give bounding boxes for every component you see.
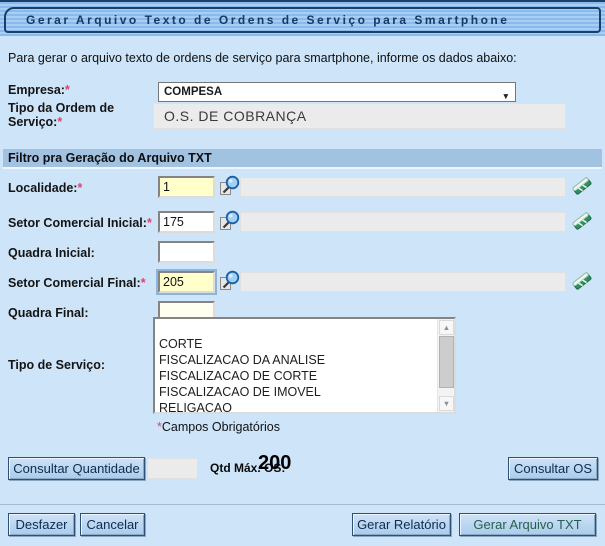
- eraser-icon: [571, 220, 593, 235]
- setor-inicial-search-button[interactable]: [219, 210, 241, 232]
- empresa-label-text: Empresa:: [8, 83, 65, 97]
- setor-final-label-text: Setor Comercial Final:: [8, 276, 141, 290]
- setor-inicial-label: Setor Comercial Inicial:*: [8, 216, 152, 230]
- scroll-up-button[interactable]: ▲: [439, 320, 454, 335]
- page-title: Gerar Arquivo Texto de Ordens de Serviço…: [4, 7, 601, 33]
- listbox-option[interactable]: FISCALIZACAO DA ANALISE: [159, 352, 433, 368]
- localidade-label: Localidade:*: [8, 181, 82, 195]
- scroll-down-button[interactable]: ▼: [439, 396, 454, 411]
- localidade-clear-button[interactable]: [571, 175, 593, 197]
- eraser-icon: [571, 185, 593, 200]
- listbox-option[interactable]: [159, 320, 433, 336]
- localidade-required-marker: *: [77, 181, 82, 195]
- empresa-selected-value: COMPESA: [164, 86, 222, 98]
- setor-inicial-clear-button[interactable]: [571, 210, 593, 232]
- tipo-servico-label: Tipo de Serviço:: [8, 358, 105, 372]
- quantidade-field: [147, 458, 198, 479]
- empresa-select[interactable]: COMPESA ▼: [158, 82, 516, 102]
- tipo-ordem-required-marker: *: [57, 115, 62, 129]
- empresa-label: Empresa:*: [8, 83, 70, 97]
- localidade-input[interactable]: [158, 176, 215, 198]
- setor-final-label: Setor Comercial Final:*: [8, 276, 146, 290]
- quadra-inicial-input[interactable]: [158, 241, 215, 263]
- search-icon: [219, 220, 241, 235]
- qtd-max-value: 200: [258, 452, 291, 475]
- listbox-scrollbar[interactable]: ▲ ▼: [437, 319, 454, 412]
- setor-final-required-marker: *: [141, 276, 146, 290]
- header-strip: Gerar Arquivo Texto de Ordens de Serviço…: [0, 0, 605, 36]
- search-icon: [219, 185, 241, 200]
- instruction-text: Para gerar o arquivo texto de ordens de …: [8, 51, 517, 65]
- search-icon: [219, 280, 241, 295]
- campos-obrigatorios-note: *Campos Obrigatórios: [157, 420, 280, 434]
- cancelar-button[interactable]: Cancelar: [80, 513, 145, 536]
- note-text: Campos Obrigatórios: [162, 420, 280, 434]
- tipo-servico-listbox[interactable]: ▲ ▼ CORTEFISCALIZACAO DA ANALISEFISCALIZ…: [153, 317, 456, 414]
- scroll-up-icon: ▲: [443, 323, 450, 332]
- setor-inicial-input[interactable]: [158, 211, 215, 233]
- desfazer-button[interactable]: Desfazer: [8, 513, 75, 536]
- tipo-ordem-field: O.S. DE COBRANÇA: [153, 103, 566, 129]
- consultar-os-button[interactable]: Consultar OS: [508, 457, 598, 480]
- listbox-option[interactable]: FISCALIZACAO DE IMOVEL: [159, 384, 433, 400]
- gerar-arquivo-txt-button[interactable]: Gerar Arquivo TXT: [459, 513, 596, 536]
- setor-final-clear-button[interactable]: [571, 270, 593, 292]
- setor-inicial-label-text: Setor Comercial Inicial:: [8, 216, 147, 230]
- quadra-final-label: Quadra Final:: [8, 306, 89, 320]
- localidade-search-button[interactable]: [219, 175, 241, 197]
- localidade-descricao-field: [240, 177, 566, 197]
- gerar-arquivo-txt-page: Gerar Arquivo Texto de Ordens de Serviço…: [0, 0, 605, 546]
- setor-final-descricao-field: [240, 272, 566, 292]
- eraser-icon: [571, 280, 593, 295]
- empresa-required-marker: *: [65, 83, 70, 97]
- quadra-inicial-label: Quadra Inicial:: [8, 246, 95, 260]
- footer-divider: [0, 504, 605, 505]
- listbox-option[interactable]: FISCALIZACAO DE CORTE: [159, 368, 433, 384]
- setor-inicial-required-marker: *: [147, 216, 152, 230]
- localidade-label-text: Localidade:: [8, 181, 77, 195]
- filtro-section-header: Filtro pra Geração do Arquivo TXT: [3, 149, 602, 169]
- listbox-option[interactable]: CORTE: [159, 336, 433, 352]
- scroll-thumb[interactable]: [439, 336, 454, 388]
- scroll-down-icon: ▼: [443, 399, 450, 408]
- tipo-ordem-label: Tipo da Ordem de Serviço:*: [8, 101, 148, 129]
- consultar-quantidade-button[interactable]: Consultar Quantidade: [8, 457, 145, 480]
- setor-final-search-button[interactable]: [219, 270, 241, 292]
- setor-final-input[interactable]: [158, 271, 215, 293]
- listbox-option[interactable]: RELIGACAO: [159, 400, 433, 414]
- setor-inicial-descricao-field: [240, 212, 566, 232]
- gerar-relatorio-button[interactable]: Gerar Relatório: [352, 513, 451, 536]
